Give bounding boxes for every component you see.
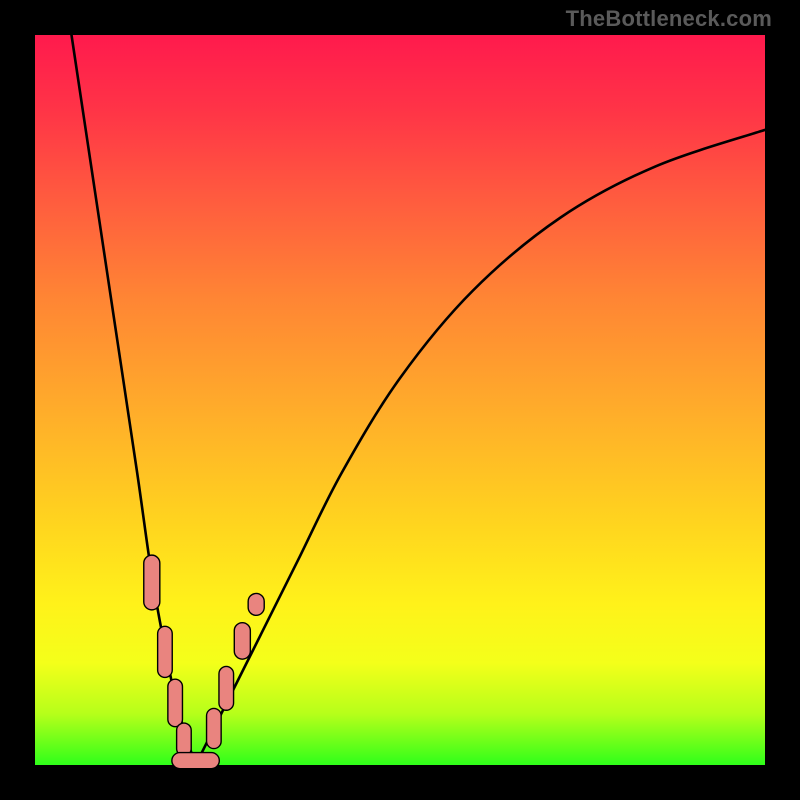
- attribution-text: TheBottleneck.com: [566, 6, 772, 32]
- outer-frame: TheBottleneck.com: [0, 0, 800, 800]
- plot-area: [35, 35, 765, 765]
